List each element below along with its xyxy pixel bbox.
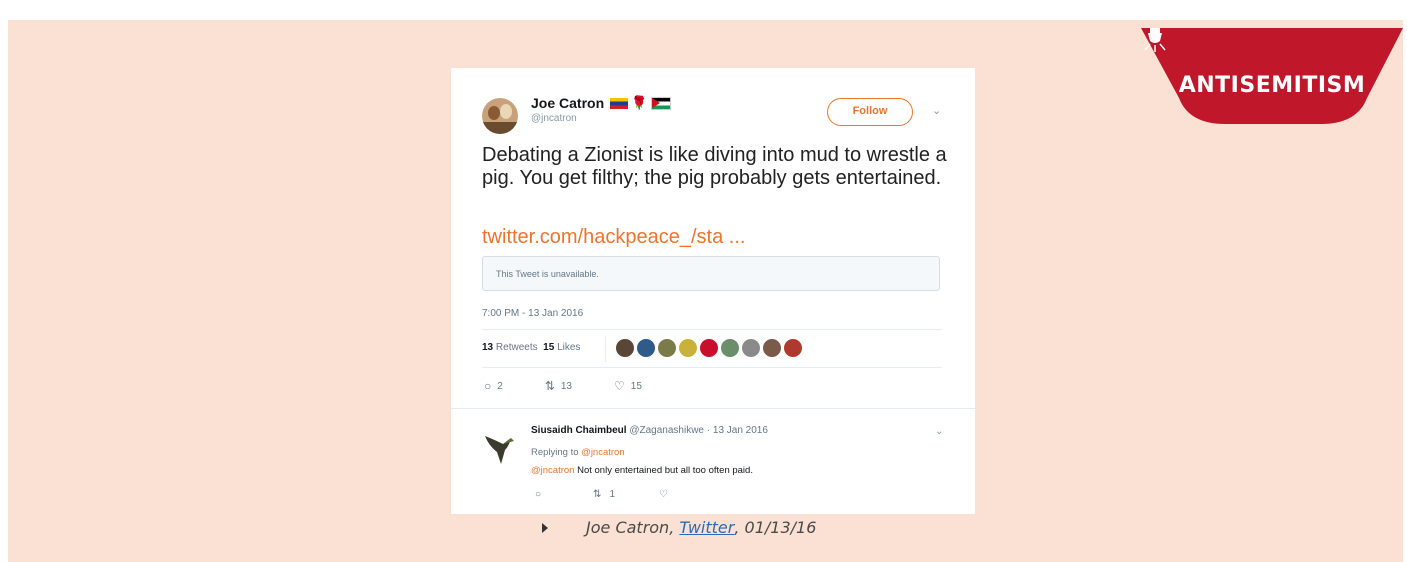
avatar[interactable] bbox=[679, 339, 697, 357]
avatar[interactable] bbox=[482, 98, 518, 134]
tweet-timestamp[interactable]: 7:00 PM - 13 Jan 2016 bbox=[482, 308, 583, 319]
tweet-link[interactable]: twitter.com/hackpeace_/sta ... bbox=[482, 226, 745, 249]
reply-author-meta[interactable]: @Zaganashikwe · 13 Jan 2016 bbox=[629, 425, 768, 436]
reply-button[interactable]: ○ 2 bbox=[484, 379, 503, 393]
follow-button[interactable]: Follow bbox=[827, 98, 913, 126]
reply-icon: ○ bbox=[535, 489, 542, 500]
rose-icon: 🌹 bbox=[631, 95, 648, 110]
author-name[interactable]: Joe Catron bbox=[531, 95, 604, 111]
likes-label[interactable]: Likes bbox=[557, 342, 580, 353]
lamp-icon bbox=[1144, 28, 1166, 52]
avatar[interactable] bbox=[616, 339, 634, 357]
divider bbox=[482, 329, 942, 330]
retweet-icon: ⇅ bbox=[544, 379, 555, 393]
tweet-screenshot: Joe Catron 🌹 @jncatron Follow ⌄ Debating… bbox=[451, 68, 975, 514]
divider bbox=[451, 408, 975, 409]
retweets-label[interactable]: Retweets bbox=[496, 342, 538, 353]
divider bbox=[605, 336, 606, 362]
divider bbox=[482, 367, 942, 368]
venezuela-flag-icon bbox=[610, 97, 629, 109]
tweet-text: Debating a Zionist is like diving into m… bbox=[482, 144, 947, 189]
caption-date: , 01/13/16 bbox=[734, 518, 817, 537]
antisemitism-badge: ANTISEMITISM bbox=[1141, 28, 1403, 124]
avatar[interactable] bbox=[700, 339, 718, 357]
avatar[interactable] bbox=[784, 339, 802, 357]
reply-mention[interactable]: @jncatron bbox=[531, 465, 574, 476]
heart-icon: ♡ bbox=[614, 379, 625, 393]
reply-count: 2 bbox=[497, 380, 503, 392]
caption-author: Joe Catron, bbox=[586, 518, 675, 537]
retweet-count: 13 bbox=[560, 380, 572, 392]
chevron-down-icon[interactable]: ⌄ bbox=[932, 104, 941, 117]
caption-source-link[interactable]: Twitter bbox=[679, 518, 734, 537]
replying-to: Replying to @jncatron bbox=[531, 447, 625, 458]
chevron-down-icon[interactable]: ⌄ bbox=[935, 426, 943, 437]
heart-icon: ♡ bbox=[659, 489, 668, 500]
tweet-actions: ○ 2 ⇅ 13 ♡ 15 bbox=[484, 379, 684, 393]
likes-count[interactable]: 15 bbox=[543, 342, 554, 353]
retweet-button[interactable]: ⇅ 13 bbox=[545, 379, 572, 393]
reply-header: Siusaidh Chaimbeul @Zaganashikwe · 13 Ja… bbox=[531, 425, 768, 436]
reply-body: Not only entertained but all too often p… bbox=[577, 465, 753, 476]
reply-author-name[interactable]: Siusaidh Chaimbeul bbox=[531, 425, 627, 436]
reply-retweet-count: 1 bbox=[609, 489, 615, 500]
quoted-tweet-unavailable: This Tweet is unavailable. bbox=[482, 256, 940, 291]
caret-right-icon bbox=[542, 522, 548, 533]
author-handle[interactable]: @jncatron bbox=[531, 113, 577, 124]
engagement-stats: 13 Retweets 15 Likes bbox=[482, 342, 580, 353]
like-count: 15 bbox=[630, 380, 642, 392]
avatar[interactable] bbox=[763, 339, 781, 357]
replying-handle[interactable]: @jncatron bbox=[581, 447, 624, 458]
reply-button[interactable]: ○ bbox=[535, 489, 549, 500]
retweets-count[interactable]: 13 bbox=[482, 342, 493, 353]
palestine-flag-icon bbox=[651, 96, 672, 110]
reply-icon: ○ bbox=[484, 379, 492, 393]
like-button[interactable]: ♡ 15 bbox=[614, 379, 642, 393]
reply-actions: ○ ⇅ 1 ♡ bbox=[535, 489, 720, 500]
retweet-icon: ⇅ bbox=[593, 489, 602, 500]
avatar[interactable] bbox=[742, 339, 760, 357]
retweet-button[interactable]: ⇅ 1 bbox=[593, 489, 615, 500]
reply-text: @jncatron Not only entertained but all t… bbox=[531, 465, 753, 476]
content-panel: ANTISEMITISM Joe Catron 🌹 @jncatron Foll… bbox=[8, 20, 1403, 562]
avatar[interactable] bbox=[721, 339, 739, 357]
liker-avatars bbox=[616, 339, 805, 357]
replying-prefix: Replying to bbox=[531, 447, 579, 458]
like-button[interactable]: ♡ bbox=[659, 489, 676, 500]
hummingbird-avatar[interactable] bbox=[481, 426, 523, 468]
author-name-row: Joe Catron 🌹 bbox=[531, 95, 672, 111]
avatar[interactable] bbox=[637, 339, 655, 357]
avatar[interactable] bbox=[658, 339, 676, 357]
badge-label: ANTISEMITISM bbox=[1178, 73, 1366, 98]
source-caption: Joe Catron, Twitter, 01/13/16 bbox=[542, 518, 816, 537]
